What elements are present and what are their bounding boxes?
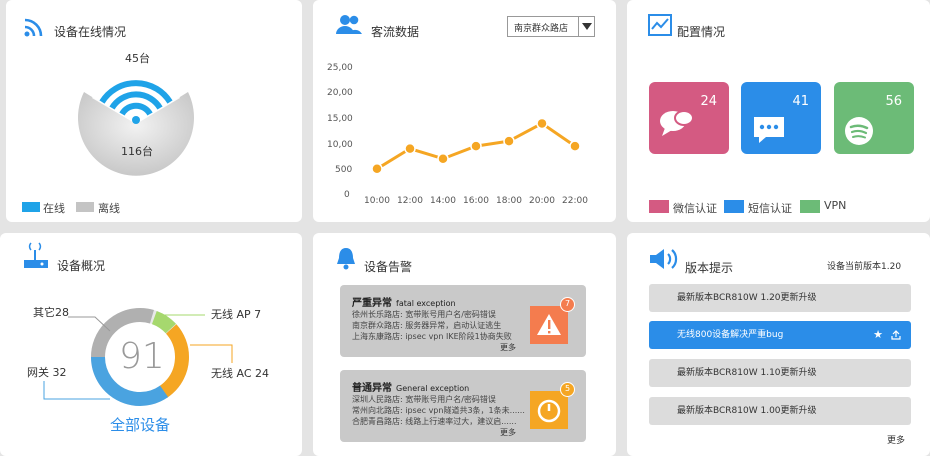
alert-line: 徐州长乐路店: 宽带账号用户名/密码错误 <box>352 310 496 319</box>
alert-count-badge: 7 <box>560 297 575 312</box>
tile-count: 24 <box>700 94 717 109</box>
data-point[interactable] <box>536 117 548 130</box>
traffic-line-chart: 10:00 12:00 14:00 16:00 18:00 20:00 22:00 <box>364 117 588 206</box>
all-devices-link[interactable]: 全部设备 <box>110 414 170 435</box>
speaker-icon <box>650 249 678 269</box>
overview-card: 设备概况 91 其它28 无线 AP 7 无线 AC 24 网关 32 全部设备 <box>0 233 302 456</box>
sms-icon <box>754 117 784 143</box>
card-title: 配置情况 <box>677 25 726 39</box>
store-select-value: 南京群众路店 <box>514 24 569 34</box>
label-other: 其它28 <box>33 306 69 319</box>
current-version: 设备当前版本1.20 <box>827 262 902 272</box>
legend-online-swatch <box>22 202 40 212</box>
users-icon <box>336 15 362 34</box>
sms-auth-tile[interactable]: 41 <box>741 82 821 154</box>
version-item-label: 无线800设备解决严重bug <box>677 330 784 340</box>
alert-title: 普通异常 General exception <box>352 383 470 394</box>
alert-count-badge: 5 <box>560 382 575 397</box>
legend-sms-label: 短信认证 <box>748 202 792 215</box>
online-pie <box>77 71 194 176</box>
warning-icon <box>537 314 561 335</box>
label-wireless-ap: 无线 AP 7 <box>211 308 262 321</box>
upload-icon[interactable] <box>891 330 901 340</box>
alert-line: 南京群众路店: 服务器异常，启动认证逃生 <box>352 321 502 330</box>
legend-wechat-swatch <box>649 200 669 213</box>
legend-online-label: 在线 <box>43 202 65 215</box>
warning-badge-box <box>530 306 568 344</box>
x-tick-label: 10:00 <box>364 196 390 206</box>
version-item[interactable]: 最新版本BCR810W 1.10更新升级 <box>649 359 911 387</box>
data-point[interactable] <box>470 140 482 152</box>
alert-line: 深圳人民路店: 宽带账号用户名/密码错误 <box>352 395 496 404</box>
data-point[interactable] <box>569 140 581 152</box>
x-tick-label: 20:00 <box>529 196 555 206</box>
y-tick: 20,00 <box>327 88 353 98</box>
chat-bubbles-icon <box>660 110 694 136</box>
vpn-tile[interactable]: 56 <box>834 82 914 154</box>
x-tick-label: 18:00 <box>496 196 522 206</box>
y-tick: 10,00 <box>327 140 353 150</box>
legend-wechat-label: 微信认证 <box>673 202 717 215</box>
wechat-auth-tile[interactable]: 24 <box>649 82 729 154</box>
more-link[interactable]: 更多 <box>500 427 516 438</box>
data-point[interactable] <box>437 152 449 165</box>
x-tick-label: 12:00 <box>397 196 423 206</box>
config-card: 配置情况 24 41 56 微信认证 短信认证 VPN <box>627 0 930 222</box>
tile-count: 41 <box>792 94 809 109</box>
card-title: 版本提示 <box>685 261 734 275</box>
data-point[interactable] <box>371 163 383 175</box>
version-item[interactable]: 最新版本BCR810W 1.20更新升级 <box>649 284 911 312</box>
offline-count: 116台 <box>121 145 153 158</box>
traffic-card: 客流数据 南京群众路店 25,00 20,00 15,00 10,00 500 … <box>313 0 616 222</box>
card-title: 设备告警 <box>364 260 413 274</box>
severe-alert-panel[interactable]: 严重异常 fatal exception 徐州长乐路店: 宽带账号用户名/密码错误… <box>340 285 586 357</box>
version-card: 版本提示 设备当前版本1.20 最新版本BCR810W 1.20更新升级 无线8… <box>627 233 930 456</box>
legend-offline-label: 离线 <box>98 202 120 215</box>
y-tick: 25,00 <box>327 63 353 73</box>
legend-vpn-swatch <box>800 200 820 213</box>
alert-line: 常州向北路店: ipsec vpn隧道共3条，1条未...... <box>352 406 525 415</box>
more-link[interactable]: 更多 <box>500 342 516 353</box>
card-title: 客流数据 <box>371 25 420 39</box>
tile-count: 56 <box>885 94 902 109</box>
general-alert-panel[interactable]: 普通异常 General exception 深圳人民路店: 宽带账号用户名/密码… <box>340 370 586 442</box>
legend-sms-swatch <box>724 200 744 213</box>
x-tick-label: 14:00 <box>430 196 456 206</box>
alerts-card: 设备告警 严重异常 fatal exception 徐州长乐路店: 宽带账号用户名… <box>313 233 616 456</box>
label-gateway: 网关 32 <box>27 366 67 379</box>
chevron-down-icon <box>578 17 594 36</box>
data-point[interactable] <box>404 142 416 155</box>
store-select[interactable]: 南京群众路店 <box>507 16 595 37</box>
legend-offline-swatch <box>76 202 94 212</box>
x-tick-label: 22:00 <box>562 196 588 206</box>
chart-icon <box>648 14 672 36</box>
alert-title: 严重异常 fatal exception <box>352 298 456 309</box>
spotify-icon <box>845 117 873 145</box>
gauge-badge-box <box>530 391 568 429</box>
wifi-icon <box>24 18 43 37</box>
more-link[interactable]: 更多 <box>887 433 905 446</box>
online-status-card: 设备在线情况 45台 116台 在线 离线 <box>6 0 302 222</box>
y-tick: 0 <box>344 190 350 200</box>
y-tick: 15,00 <box>327 114 353 124</box>
star-icon[interactable]: ★ <box>873 321 883 349</box>
alert-line: 合肥青昌路店: 线路上行速率过大，建议启...... <box>352 417 517 426</box>
version-item[interactable]: 最新版本BCR810W 1.00更新升级 <box>649 397 911 425</box>
y-tick: 500 <box>335 165 353 175</box>
gauge-icon <box>537 399 561 423</box>
data-point[interactable] <box>503 135 515 147</box>
x-tick-label: 16:00 <box>463 196 489 206</box>
card-title: 设备在线情况 <box>54 25 127 39</box>
label-wireless-ac: 无线 AC 24 <box>211 367 270 380</box>
legend-vpn-label: VPN <box>824 199 847 212</box>
alert-line: 上海东康路店: ipsec vpn IKE阶段1协商失败 <box>352 332 512 341</box>
version-item-active[interactable]: 无线800设备解决严重bug ★ <box>649 321 911 349</box>
bell-icon <box>337 248 355 270</box>
